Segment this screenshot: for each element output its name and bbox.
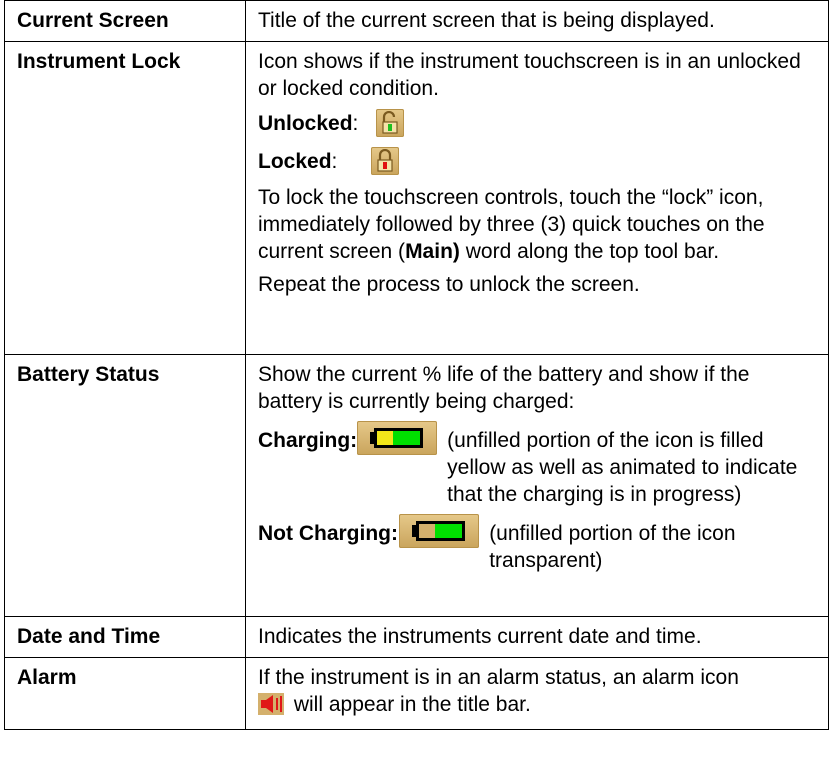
alarm-speaker-icon: [258, 693, 284, 715]
table-row: Date and Time Indicates the instruments …: [4, 616, 829, 658]
definition-table: Current Screen Title of the current scre…: [4, 0, 829, 730]
locked-label: Locked: [258, 149, 332, 173]
lock-text-2: word along the top tool bar.: [459, 240, 720, 263]
alarm-desc-1: If the instrument is in an alarm status,…: [258, 666, 739, 689]
desc-current-screen: Title of the current screen that is bein…: [245, 0, 829, 42]
term-current-screen: Current Screen: [4, 0, 246, 42]
battery-icon: [399, 514, 480, 548]
unlocked-label: Unlocked: [258, 111, 353, 135]
locked-padlock-icon: [371, 147, 400, 175]
table-row: Instrument Lock Icon shows if the instru…: [4, 41, 829, 355]
not-charging-desc: (unfilled portion of the icon transparen…: [489, 522, 736, 572]
table-row: Current Screen Title of the current scre…: [4, 0, 829, 42]
term-battery-status: Battery Status: [4, 354, 246, 617]
unlocked-colon: :: [352, 111, 359, 135]
locked-colon: :: [331, 149, 338, 173]
battery-charging-icon: [357, 421, 438, 455]
table-row: Alarm If the instrument is in an alarm s…: [4, 657, 829, 730]
not-charging-line: Not Charging: (unfilled portion of the i…: [258, 514, 818, 574]
desc-date-time: Indicates the instruments current date a…: [245, 616, 829, 658]
charging-label: Charging:: [258, 429, 358, 452]
lock-text-bold: Main): [405, 240, 460, 263]
alarm-desc-2: will appear in the title bar.: [288, 693, 531, 716]
charging-desc: (unfilled portion of the icon is filled …: [447, 429, 798, 506]
term-alarm: Alarm: [4, 657, 246, 730]
term-date-time: Date and Time: [4, 616, 246, 658]
unlocked-padlock-icon: [376, 109, 405, 137]
battery-intro: Show the current % life of the battery a…: [258, 363, 750, 413]
desc-alarm: If the instrument is in an alarm status,…: [245, 657, 829, 730]
lock-intro: Icon shows if the instrument touchscreen…: [258, 50, 801, 100]
desc-battery-status: Show the current % life of the battery a…: [245, 354, 829, 617]
unlocked-line: Unlocked:: [258, 108, 818, 138]
desc-instrument-lock: Icon shows if the instrument touchscreen…: [245, 41, 829, 355]
charging-line: Charging: (unfilled portion of the icon …: [258, 421, 818, 508]
lock-instructions: To lock the touchscreen controls, touch …: [258, 184, 818, 265]
not-charging-label: Not Charging:: [258, 522, 398, 545]
table-row: Battery Status Show the current % life o…: [4, 354, 829, 617]
locked-line: Locked:: [258, 146, 818, 176]
term-instrument-lock: Instrument Lock: [4, 41, 246, 355]
repeat-instructions: Repeat the process to unlock the screen.: [258, 273, 640, 296]
